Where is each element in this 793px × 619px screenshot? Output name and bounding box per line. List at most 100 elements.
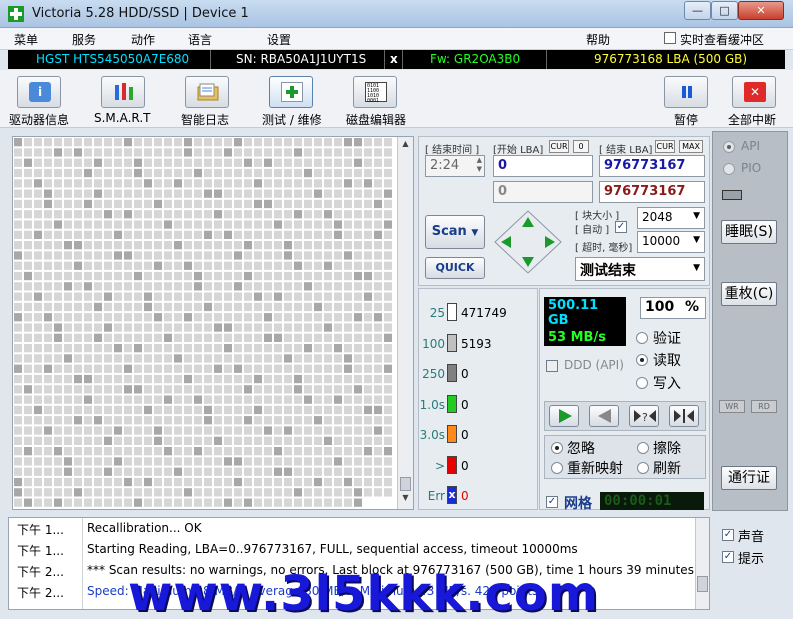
maximize-button[interactable]: □ [711,1,738,20]
end-max-button[interactable]: MAX [679,140,703,153]
stat-value: 5193 [461,336,492,351]
menu-action[interactable]: 动作 [131,31,155,48]
start-cur-button[interactable]: CUR [549,140,569,153]
stat-value: 0 [461,397,469,412]
grid-checkbox[interactable]: ✓ [546,496,558,508]
sector-block [14,354,22,363]
sector-block [104,158,112,167]
grid-scrollbar[interactable]: ▲ ▼ [397,137,413,509]
menu-help[interactable]: 帮助 [586,31,610,48]
stat-color-block: x [447,486,457,504]
sector-block [64,241,72,250]
sound-checkbox[interactable]: ✓ [722,529,734,541]
sector-block [204,447,212,456]
write-radio[interactable] [636,377,648,389]
sector-block [224,374,232,384]
block-size-select[interactable]: 2048 ▼ [637,207,705,229]
end-time-field[interactable]: 2:24 ▲ ▼ [425,155,485,177]
drive-model: HGST HTS545050A7E680 [36,52,190,66]
sector-block [64,282,72,291]
drive-close-x[interactable]: x [390,52,398,66]
sector-block [324,457,332,466]
sector-block [314,395,322,404]
minimize-button[interactable]: — [684,1,711,20]
sector-block [264,488,272,497]
scroll-down-icon[interactable]: ▼ [400,493,411,507]
end-lba-readout: 976773167 [599,181,705,203]
quick-button[interactable]: QUICK [425,257,485,279]
status-select[interactable]: 测试结束 ▼ [575,257,705,281]
sector-block [114,158,122,167]
sector-block [274,426,282,435]
scroll-thumb[interactable] [400,477,411,491]
sector-block [24,416,32,425]
reverse-icon[interactable] [589,405,619,427]
sector-block [24,477,32,487]
end-cur-button[interactable]: CUR [655,140,675,153]
sector-block [244,158,252,167]
refresh-radio[interactable] [637,462,649,474]
pio-radio[interactable] [723,163,735,175]
sector-block [384,251,392,260]
disk-editor-button[interactable]: 0101 1100 1010 0001 [353,76,397,108]
log-row[interactable]: 下午 1... Recallibration... OK [9,518,695,539]
verify-radio[interactable] [636,332,648,344]
sector-block [334,292,342,301]
log-scrollbar[interactable] [695,518,709,609]
spin-icon[interactable]: ▲ ▼ [477,156,482,174]
sector-block [304,189,312,198]
smart-button[interactable] [101,76,145,108]
sector-block [84,354,92,363]
sector-block [344,313,352,322]
start-lba-input[interactable]: 0 [493,155,593,177]
reset-button[interactable]: 重枚(C) [721,282,777,306]
api-radio[interactable] [723,141,735,153]
test-repair-button[interactable] [269,76,313,108]
smart-log-button[interactable] [185,76,229,108]
hints-checkbox[interactable]: ✓ [722,551,734,563]
start-zero-button[interactable]: 0 [573,140,589,153]
menu-settings[interactable]: 设置 [267,31,291,48]
sleep-button[interactable]: 睡眠(S) [721,220,777,244]
sector-block [224,220,232,229]
read-radio[interactable] [636,354,648,366]
sector-block [34,199,42,209]
drive-info-button[interactable]: i [17,76,61,108]
sector-block [204,210,212,219]
log-scroll-thumb[interactable] [697,576,708,592]
buffer-view-label[interactable]: 实时查看缓冲区 [680,31,764,48]
direction-pad[interactable] [493,209,563,275]
timeout-select[interactable]: 10000 ▼ [637,231,705,253]
sector-block [54,395,62,404]
auto-checkbox[interactable]: ✓ [615,221,627,233]
passport-button[interactable]: 通行证 [721,466,777,490]
sector-block [224,364,232,373]
buffer-view-checkbox[interactable] [664,32,676,44]
sector-block [134,251,142,260]
remap-radio[interactable] [551,462,563,474]
sector-block [34,477,42,487]
ddd-checkbox[interactable] [546,360,558,372]
pause-button[interactable] [664,76,708,108]
log-row[interactable]: 下午 1... Starting Reading, LBA=0..97677316… [9,539,695,560]
scan-grid: ▲ ▼ [12,136,414,510]
skip-question-icon[interactable]: ? [629,405,659,427]
end-lba-input[interactable]: 976773167 [599,155,705,177]
close-button[interactable]: ✕ [738,1,784,20]
menu-service[interactable]: 服务 [72,31,96,48]
abort-button[interactable]: ✕ [732,76,776,108]
sector-block [74,271,82,281]
erase-radio[interactable] [637,442,649,454]
sector-block [64,477,72,487]
scan-button[interactable]: Scan ▼ [425,215,485,249]
end-marker-icon[interactable] [669,405,699,427]
sector-block [74,385,82,394]
scroll-up-icon[interactable]: ▲ [400,139,411,153]
menu-language[interactable]: 语言 [188,31,212,48]
sector-block [364,189,372,198]
sector-block [354,426,362,435]
menu-main[interactable]: 菜单 [14,31,38,48]
sector-block [24,405,32,415]
play-icon[interactable] [549,405,579,427]
ignore-radio[interactable] [551,442,563,454]
